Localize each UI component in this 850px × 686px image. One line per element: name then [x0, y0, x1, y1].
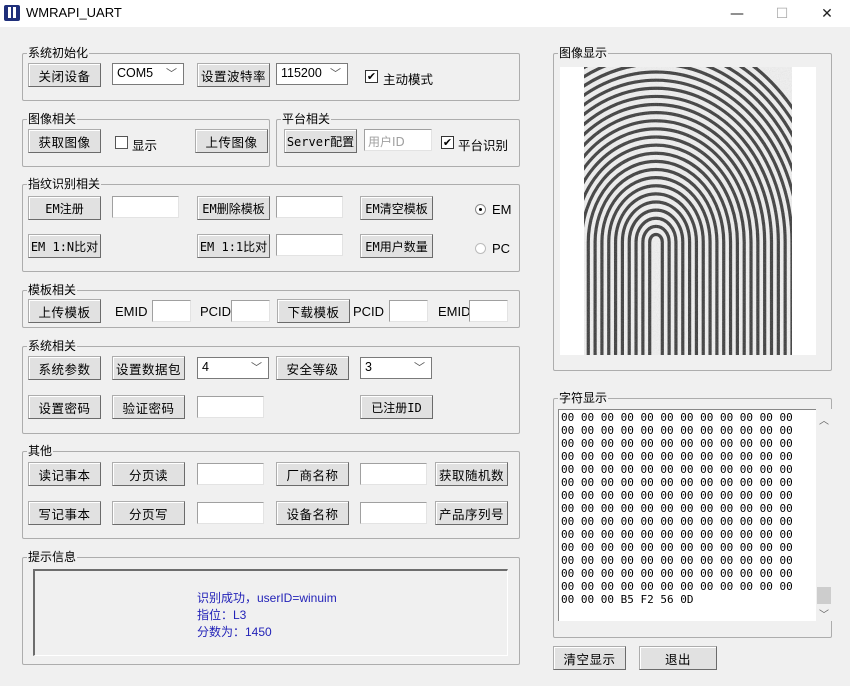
group-legend: 图像显示: [558, 46, 609, 60]
page-read-button[interactable]: 分页读: [112, 462, 185, 486]
group-legend: 系统初始化: [27, 46, 90, 60]
exit-button[interactable]: 退出: [639, 646, 717, 670]
clear-display-button[interactable]: 清空显示: [553, 646, 626, 670]
minimize-button[interactable]: —: [714, 0, 760, 27]
verify-password-button[interactable]: 验证密码: [112, 395, 185, 419]
active-mode-checkbox[interactable]: ✔: [365, 70, 378, 83]
platform-recognition-label: 平台识别: [458, 138, 509, 153]
password-input[interactable]: [197, 396, 264, 418]
upload-template-button[interactable]: 上传模板: [28, 299, 101, 323]
security-level-value: 3: [365, 360, 372, 374]
info-line: 指位：L3: [197, 608, 247, 622]
title-bar: WMRAPI_UART — ☐ ✕: [0, 0, 850, 27]
page-write-button[interactable]: 分页写: [112, 501, 185, 525]
em-1n-match-button[interactable]: EM 1:N比对: [28, 234, 101, 258]
group-legend: 模板相关: [27, 283, 78, 297]
vendor-name-button[interactable]: 厂商名称: [276, 462, 349, 486]
group-legend: 指纹识别相关: [27, 177, 102, 191]
pcid-input[interactable]: [231, 300, 270, 322]
em-11-match-button[interactable]: EM 1:1比对: [197, 234, 270, 258]
show-checkbox[interactable]: [115, 136, 128, 149]
chevron-down-icon: ﹀: [414, 362, 425, 374]
app-icon: [4, 5, 20, 21]
pcid2-label: PCID: [353, 304, 385, 319]
com-port-value: COM5: [117, 66, 154, 80]
scroll-down-arrow-icon[interactable]: ﹀: [816, 605, 832, 621]
download-template-button[interactable]: 下载模板: [277, 299, 350, 323]
device-name-button[interactable]: 设备名称: [276, 501, 349, 525]
registered-id-button[interactable]: 已注册ID: [360, 395, 433, 419]
read-notepad-button[interactable]: 读记事本: [28, 462, 101, 486]
user-id-input[interactable]: 用户ID: [364, 129, 432, 151]
emid-input[interactable]: [152, 300, 191, 322]
upload-image-button[interactable]: 上传图像: [195, 129, 268, 153]
info-line: 分数为：1450: [197, 625, 272, 639]
em-register-button[interactable]: EM注册: [28, 196, 101, 220]
set-password-button[interactable]: 设置密码: [28, 395, 101, 419]
em-clear-templates-button[interactable]: EM清空模板: [360, 196, 433, 220]
info-message: 识别成功，userID=winuim 指位：L3 分数为：1450: [197, 590, 337, 641]
maximize-button[interactable]: ☐: [759, 0, 805, 27]
baud-rate-select[interactable]: 115200 ﹀: [276, 63, 348, 85]
scroll-thumb[interactable]: [817, 587, 831, 604]
radio-pc[interactable]: [475, 243, 486, 254]
group-legend: 系统相关: [27, 339, 78, 353]
em-register-input[interactable]: [112, 196, 179, 218]
device-name-input[interactable]: [360, 502, 427, 524]
close-button[interactable]: ✕: [804, 0, 850, 27]
close-device-button[interactable]: 关闭设备: [28, 63, 101, 87]
page-read-input[interactable]: [197, 463, 264, 485]
packet-size-value: 4: [202, 360, 209, 374]
system-params-button[interactable]: 系统参数: [28, 356, 101, 380]
set-packet-button[interactable]: 设置数据包: [112, 356, 185, 380]
group-legend: 图像相关: [27, 112, 78, 126]
em-11-input[interactable]: [276, 234, 343, 256]
window-title: WMRAPI_UART: [26, 5, 122, 20]
group-legend: 其他: [27, 444, 54, 458]
security-level-button[interactable]: 安全等级: [276, 356, 349, 380]
group-legend: 平台相关: [281, 112, 332, 126]
vendor-name-input[interactable]: [360, 463, 427, 485]
chevron-down-icon: ﹀: [251, 362, 262, 374]
radio-em[interactable]: [475, 204, 486, 215]
com-port-select[interactable]: COM5 ﹀: [112, 63, 184, 85]
hex-scrollbar[interactable]: ︿ ﹀: [816, 409, 832, 621]
scroll-up-arrow-icon[interactable]: ︿: [816, 411, 832, 427]
server-config-button[interactable]: Server配置: [284, 129, 357, 153]
radio-em-label: EM: [492, 202, 512, 217]
radio-pc-label: PC: [492, 241, 511, 256]
chevron-down-icon: ﹀: [330, 68, 341, 80]
packet-size-select[interactable]: 4 ﹀: [197, 357, 269, 379]
emid2-input[interactable]: [469, 300, 508, 322]
info-message-box: 识别成功，userID=winuim 指位：L3 分数为：1450: [33, 569, 508, 656]
em-user-count-button[interactable]: EM用户数量: [360, 234, 433, 258]
em-delete-template-button[interactable]: EM删除模板: [197, 196, 270, 220]
get-random-button[interactable]: 获取随机数: [435, 462, 508, 486]
group-legend: 提示信息: [27, 550, 78, 564]
pcid2-input[interactable]: [389, 300, 428, 322]
fingerprint-image: [584, 67, 792, 355]
emid-label: EMID: [115, 304, 148, 319]
show-label: 显示: [132, 138, 158, 153]
em-delete-input[interactable]: [276, 196, 343, 218]
pcid-label: PCID: [200, 304, 232, 319]
chevron-down-icon: ﹀: [166, 68, 177, 80]
product-serial-button[interactable]: 产品序列号: [435, 501, 508, 525]
hex-text: 00 00 00 00 00 00 00 00 00 00 00 00 00 0…: [561, 411, 793, 606]
security-level-select[interactable]: 3 ﹀: [360, 357, 432, 379]
active-mode-label: 主动模式: [383, 72, 434, 87]
set-baud-button[interactable]: 设置波特率: [197, 63, 270, 87]
write-notepad-button[interactable]: 写记事本: [28, 501, 101, 525]
hex-display-textarea[interactable]: 00 00 00 00 00 00 00 00 00 00 00 00 00 0…: [558, 409, 816, 621]
emid2-label: EMID: [438, 304, 471, 319]
baud-rate-value: 115200: [281, 66, 322, 80]
info-line: 识别成功，userID=winuim: [197, 591, 337, 605]
group-legend: 字符显示: [558, 391, 609, 405]
page-write-input[interactable]: [197, 502, 264, 524]
platform-recognition-checkbox[interactable]: ✔: [441, 136, 454, 149]
get-image-button[interactable]: 获取图像: [28, 129, 101, 153]
fingerprint-graphic: [584, 67, 792, 355]
